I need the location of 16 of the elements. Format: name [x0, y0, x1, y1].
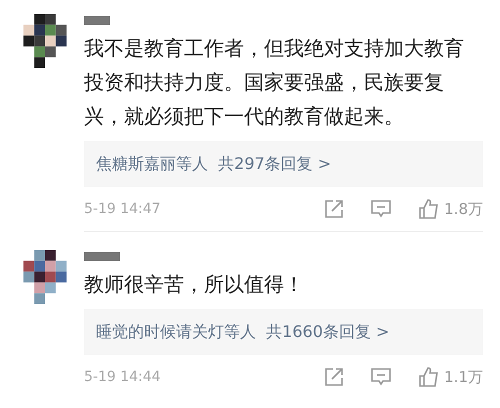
like-count: 1.8万: [444, 198, 483, 220]
comment-time: 5-19 14:44: [84, 368, 162, 386]
replies-link[interactable]: 睡觉的时候请关灯等人 共1660条回复 >: [84, 309, 483, 355]
like-count: 1.1万: [444, 366, 483, 388]
comment-text: 我不是教育工作者，但我绝对支持加大教育投资和扶持力度。国家要强盛，民族要复兴，就必须把下一代的教育做起来。: [84, 35, 465, 130]
blurred-username: [84, 16, 110, 25]
share-icon[interactable]: [324, 367, 344, 387]
comment-time: 5-19 14:47: [84, 200, 162, 218]
replies-link[interactable]: 焦糖斯嘉丽等人 共297条回复 >: [84, 141, 483, 187]
share-icon[interactable]: [324, 199, 344, 219]
comment-icon[interactable]: [370, 367, 392, 387]
comment-text: 教师很辛苦，所以值得！: [84, 271, 305, 298]
blurred-username: [84, 252, 120, 261]
thumbs-up-icon[interactable]: [418, 198, 440, 220]
comment-icon[interactable]: [370, 199, 392, 219]
thumbs-up-icon[interactable]: [418, 366, 440, 388]
